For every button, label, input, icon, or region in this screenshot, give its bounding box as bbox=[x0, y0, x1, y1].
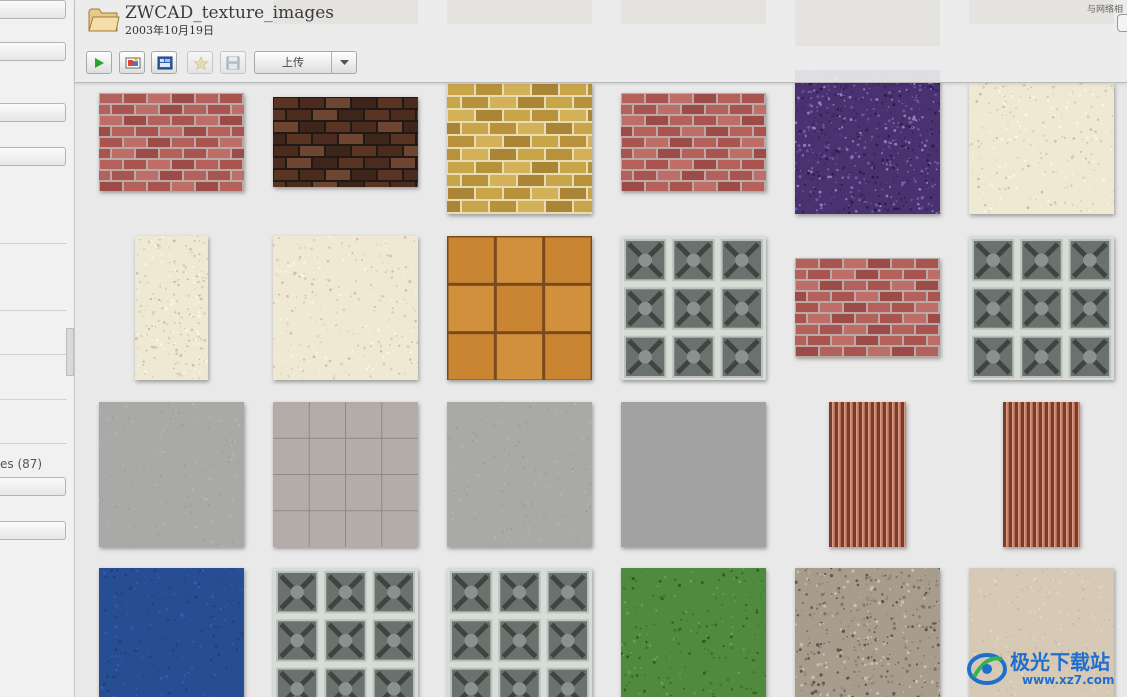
chevron-down-icon[interactable] bbox=[332, 52, 357, 73]
collage-icon bbox=[157, 56, 173, 70]
watermark-brand: 极光下载站 bbox=[1010, 650, 1110, 674]
left-panel: es (87) bbox=[0, 0, 75, 697]
save-button[interactable] bbox=[220, 51, 246, 74]
play-slideshow-button[interactable] bbox=[86, 51, 112, 74]
network-sync-label: 与网络相 bbox=[1087, 5, 1124, 15]
panel-splitter-handle[interactable] bbox=[66, 328, 74, 376]
texture-thumbnail[interactable] bbox=[1003, 402, 1080, 547]
texture-thumbnail[interactable] bbox=[273, 97, 418, 187]
upload-split-button[interactable]: 上传 bbox=[254, 51, 357, 74]
slideshow-icon bbox=[125, 57, 141, 69]
texture-thumbnail[interactable] bbox=[273, 402, 418, 547]
texture-thumbnail[interactable] bbox=[829, 402, 906, 547]
texture-thumbnail[interactable] bbox=[795, 258, 940, 357]
aurora-logo-icon bbox=[967, 653, 1007, 685]
texture-thumbnail[interactable] bbox=[621, 236, 766, 380]
folder-icon bbox=[88, 8, 120, 32]
texture-thumbnail[interactable] bbox=[621, 402, 766, 547]
texture-thumbnail[interactable] bbox=[99, 93, 244, 191]
folder-title: ZWCAD_texture_images bbox=[125, 3, 335, 23]
left-panel-button[interactable] bbox=[0, 477, 66, 496]
watermark-url: www.xz7.com bbox=[1022, 673, 1115, 687]
texture-thumbnail[interactable] bbox=[447, 83, 592, 214]
folder-date: 2003年10月19日 bbox=[125, 24, 214, 37]
texture-thumbnail[interactable] bbox=[969, 83, 1114, 214]
texture-thumbnail[interactable] bbox=[135, 236, 208, 380]
texture-thumbnail[interactable] bbox=[969, 236, 1114, 380]
upload-button[interactable]: 上传 bbox=[255, 52, 332, 73]
left-panel-button[interactable] bbox=[0, 521, 66, 540]
texture-thumbnail[interactable] bbox=[273, 236, 418, 380]
save-icon bbox=[226, 56, 240, 70]
texture-thumbnail[interactable] bbox=[99, 402, 244, 547]
texture-thumbnail[interactable] bbox=[795, 568, 940, 697]
thumbnail-grid bbox=[75, 0, 1127, 697]
create-collage-button[interactable] bbox=[151, 51, 177, 74]
play-icon bbox=[95, 58, 104, 68]
texture-thumbnail[interactable] bbox=[447, 568, 592, 697]
left-panel-button[interactable] bbox=[0, 147, 66, 166]
divider bbox=[0, 243, 67, 244]
divider bbox=[0, 443, 67, 444]
divider bbox=[0, 354, 67, 355]
texture-thumbnail[interactable] bbox=[447, 236, 592, 380]
divider bbox=[0, 310, 67, 311]
left-panel-button[interactable] bbox=[0, 0, 66, 19]
left-panel-button[interactable] bbox=[0, 103, 66, 122]
left-panel-button[interactable] bbox=[0, 42, 66, 61]
texture-thumbnail[interactable] bbox=[795, 70, 940, 214]
texture-thumbnail[interactable] bbox=[621, 93, 766, 191]
texture-thumbnail[interactable] bbox=[621, 568, 766, 697]
texture-thumbnail[interactable] bbox=[273, 568, 418, 697]
star-button[interactable] bbox=[187, 51, 213, 74]
divider bbox=[0, 399, 67, 400]
star-icon bbox=[193, 56, 209, 70]
folder-count-label[interactable]: es (87) bbox=[0, 457, 42, 471]
watermark: 极光下载站 www.xz7.com bbox=[966, 643, 1126, 695]
texture-thumbnail[interactable] bbox=[447, 402, 592, 547]
texture-thumbnail[interactable] bbox=[99, 568, 244, 697]
folder-toolbar: ZWCAD_texture_images 2003年10月19日 与网络相 上传 bbox=[75, 0, 1127, 83]
network-sync-toggle[interactable] bbox=[1117, 14, 1127, 32]
create-slideshow-button[interactable] bbox=[119, 51, 145, 74]
